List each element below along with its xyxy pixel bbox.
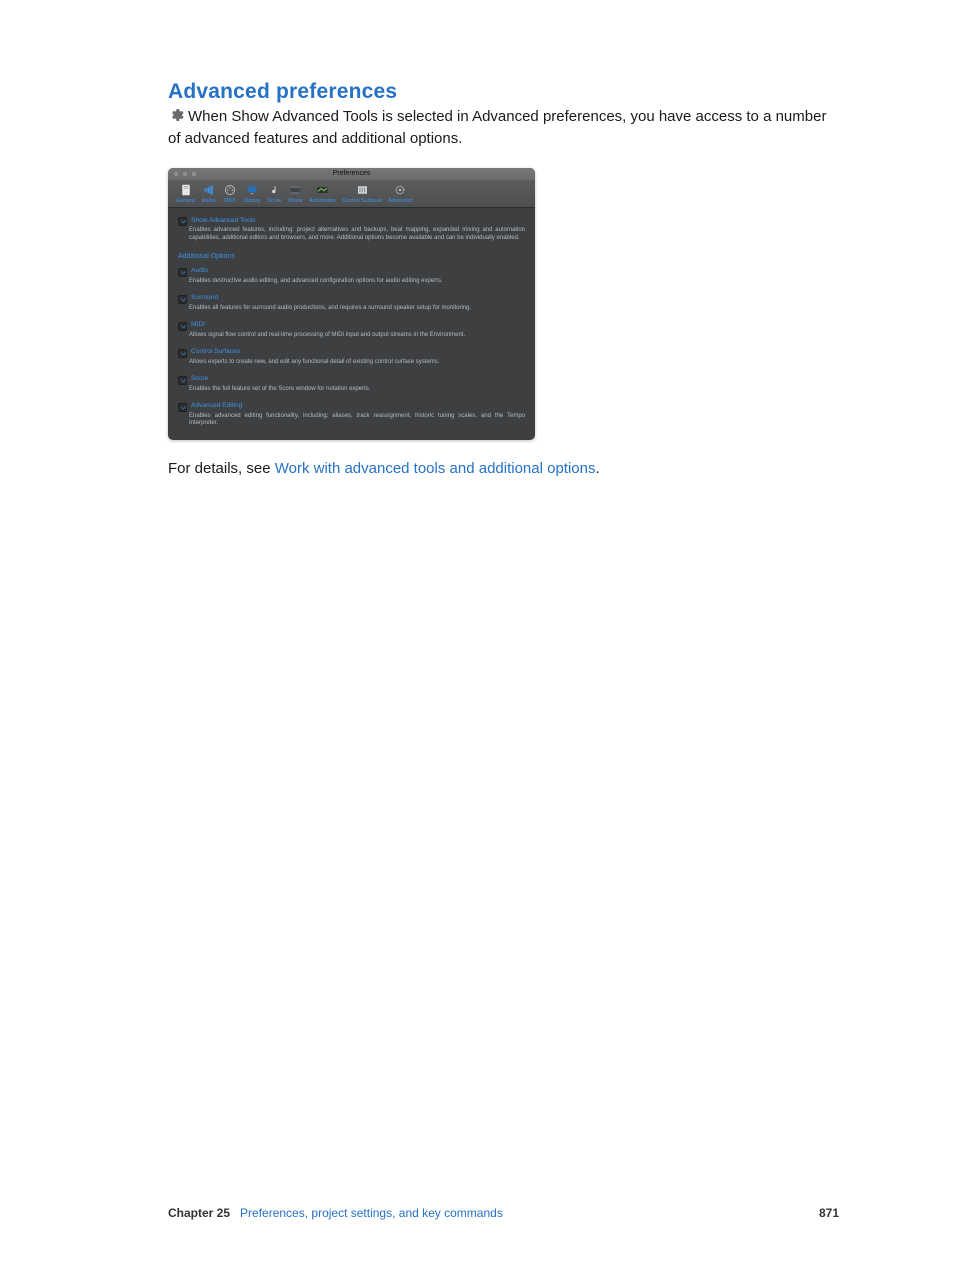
option-advanced-editing[interactable]: Advanced Editing Enables advanced editin… [178, 402, 525, 428]
page-footer: Chapter 25 Preferences, project settings… [168, 1206, 839, 1220]
checkbox-icon [178, 268, 187, 277]
checkbox-icon [178, 217, 187, 226]
section-heading: Advanced preferences [168, 80, 839, 104]
movie-icon [288, 184, 303, 197]
intro-text: When Show Advanced Tools is selected in … [168, 108, 826, 147]
tab-automation[interactable]: Automation [306, 184, 339, 204]
advanced-tools-link[interactable]: Work with advanced tools and additional … [275, 460, 596, 477]
show-advanced-tools-desc: Enables advanced features, including: pr… [189, 227, 525, 242]
preferences-toolbar: General Audio MIDI Display Score Movie A… [168, 180, 535, 208]
preferences-window: Preferences General Audio MIDI Display S… [168, 168, 535, 440]
automation-icon [315, 184, 330, 197]
control-surfaces-icon [355, 184, 370, 197]
tab-movie[interactable]: Movie [285, 184, 306, 204]
tab-score[interactable]: Score [264, 184, 285, 204]
tab-display[interactable]: Display [240, 184, 264, 204]
minimize-dot-icon [182, 171, 188, 177]
tab-control-surfaces[interactable]: Control Surfaces [339, 184, 385, 204]
tab-midi[interactable]: MIDI [219, 184, 240, 204]
option-audio[interactable]: Audio Enables destructive audio editing,… [178, 267, 525, 285]
preferences-body: Show Advanced Tools Enables advanced fea… [168, 208, 535, 440]
checkbox-icon [178, 349, 187, 358]
score-icon [267, 184, 282, 197]
option-midi[interactable]: MIDI Allows signal flow control and real… [178, 321, 525, 339]
display-icon [245, 184, 260, 197]
details-paragraph: For details, see Work with advanced tool… [168, 460, 839, 477]
midi-icon [222, 184, 237, 197]
show-advanced-tools-label: Show Advanced Tools [191, 217, 255, 227]
checkbox-icon [178, 322, 187, 331]
window-titlebar: Preferences [168, 168, 535, 180]
tab-audio[interactable]: Audio [198, 184, 219, 204]
option-score[interactable]: Score Enables the full feature set of th… [178, 375, 525, 393]
checkbox-icon [178, 376, 187, 385]
footer-page-number: 871 [819, 1206, 839, 1220]
footer-title: Preferences, project settings, and key c… [240, 1206, 809, 1220]
footer-chapter: Chapter 25 [168, 1206, 230, 1220]
show-advanced-tools-checkbox[interactable]: Show Advanced Tools [178, 217, 525, 227]
window-title: Preferences [333, 170, 371, 177]
intro-paragraph: When Show Advanced Tools is selected in … [168, 106, 839, 150]
gear-icon [168, 107, 184, 123]
checkbox-icon [178, 403, 187, 412]
audio-icon [201, 184, 216, 197]
option-surround[interactable]: Surround Enables all features for surrou… [178, 294, 525, 312]
zoom-dot-icon [191, 171, 197, 177]
checkbox-icon [178, 295, 187, 304]
tab-advanced[interactable]: Advanced [385, 184, 415, 204]
window-traffic-lights [173, 171, 197, 177]
general-icon [178, 184, 193, 197]
additional-options-header: Additional Options [178, 252, 525, 261]
tab-general[interactable]: General [173, 184, 198, 204]
advanced-gear-icon [393, 184, 408, 197]
option-control-surfaces[interactable]: Control Surfaces Allows experts to creat… [178, 348, 525, 366]
close-dot-icon [173, 171, 179, 177]
